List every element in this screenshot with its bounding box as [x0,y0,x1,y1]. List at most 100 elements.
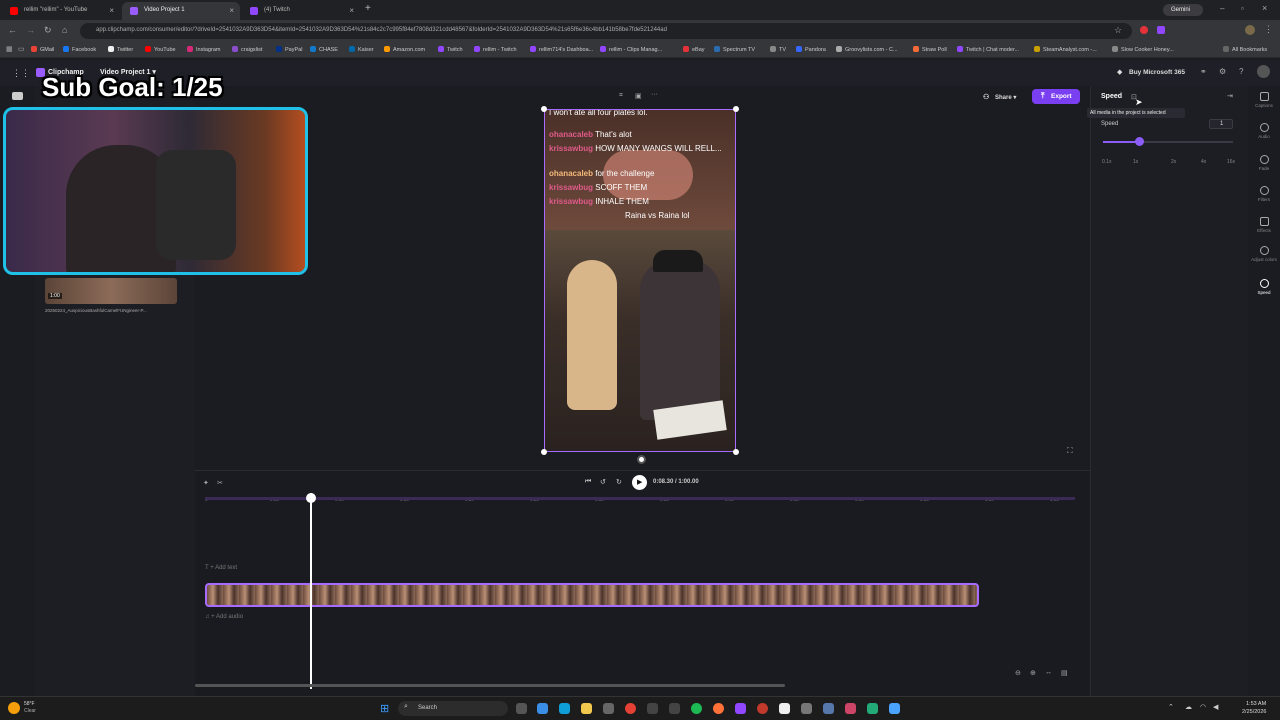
bookmark-chat-moderation[interactable]: Twitch | Chat moder... [957,46,1019,53]
resize-handle[interactable] [541,106,547,112]
user-avatar[interactable] [1257,65,1270,78]
clock-time[interactable]: 1:53 AM [1246,701,1266,707]
rail-speed[interactable]: Speed [1248,279,1280,295]
timeline-scrollbar[interactable] [195,684,785,687]
tab-twitch[interactable]: (4) Twitch × [242,2,360,20]
rail-audio[interactable]: Audio [1248,123,1280,139]
taskbar-search[interactable]: ⌕ Search [398,701,508,716]
back-icon[interactable]: ← [8,25,17,35]
video-clip[interactable] [205,583,979,607]
firefox-icon[interactable] [713,703,724,714]
bookmark-tv[interactable]: TV [770,46,786,53]
fit-timeline-icon[interactable]: ↔ [1045,669,1052,676]
cloud-icon[interactable]: ☁ [1185,703,1192,711]
rotate-handle[interactable] [637,455,646,464]
collapse-panel-icon[interactable]: ⇥ [1227,92,1233,100]
bookmark-straw-poll[interactable]: Straw Poll [913,46,947,53]
media-thumbnail[interactable]: 1:00 [45,278,177,304]
bookmark-twitch[interactable]: Twitch [438,46,463,53]
time-ruler[interactable]: 00:050:100:150:200:250:300:350:400:450:5… [205,471,1065,507]
extension-icon[interactable] [1140,26,1148,34]
bookmark-slow-cooker[interactable]: Slow Cooker Honey... [1112,46,1174,53]
settings-icon[interactable]: ⚙ [1219,67,1226,76]
bookmark-paypal[interactable]: PayPal [276,46,302,53]
close-icon[interactable]: × [109,6,114,15]
speed-slider-knob[interactable] [1135,137,1145,146]
app-launcher-icon[interactable]: ⋮⋮ [12,68,30,79]
zoom-out-icon[interactable]: ⊖ [1015,669,1021,677]
resize-handle[interactable] [541,449,547,455]
video-preview[interactable]: I won't ate all four plates lol. ohanaca… [544,109,736,452]
fullscreen-icon[interactable]: ⛶ [1067,446,1073,456]
edge-icon[interactable] [559,703,570,714]
buy-microsoft-link[interactable]: Buy Microsoft 365 [1129,69,1185,76]
close-icon[interactable]: × [229,6,234,15]
share-link-icon[interactable]: ⚭ [1200,67,1207,76]
resize-handle[interactable] [733,449,739,455]
windows-start-icon[interactable]: ⊞ [380,702,389,715]
app-icon[interactable] [669,703,680,714]
bookmark-ebay[interactable]: eBay [683,46,705,53]
task-view-icon[interactable] [516,703,527,714]
new-tab-button[interactable]: + [365,3,371,14]
twitch-icon[interactable] [735,703,746,714]
more-icon[interactable]: ··· [651,91,658,98]
bookmark-craigslist[interactable]: craigslist [232,46,262,53]
app-icon[interactable] [867,703,878,714]
share-button[interactable]: ⚇ Share ▾ [981,91,1027,103]
add-audio-track[interactable]: ♫ + Add audio [205,614,243,620]
rail-captions[interactable]: Captions [1248,92,1280,108]
bookmark-gmail[interactable]: GMail [31,46,54,53]
bookmark-groovylists[interactable]: Groovylists.com - C... [836,46,898,53]
rail-adjust-colors[interactable]: Adjust colors [1248,246,1280,262]
bookmark-youtube[interactable]: YouTube [145,46,176,53]
app-icon[interactable] [801,703,812,714]
home-icon[interactable]: ⌂ [62,25,67,35]
rail-fade[interactable]: Fade [1248,155,1280,171]
gemini-button[interactable]: Gemini [1163,4,1203,16]
bookmark-amazon[interactable]: Amazon.com [384,46,425,53]
bookmark-dashboard[interactable]: rellim714's Dashboa... [530,46,593,53]
bookmark-kaiser[interactable]: Kaiser [349,46,374,53]
url-field[interactable]: app.clipchamp.com/consumer/editor/?drive… [80,23,1132,39]
apps-icon[interactable]: ▦ [6,45,13,53]
resize-handle[interactable] [733,106,739,112]
app-icon[interactable] [823,703,834,714]
bookmark-chase[interactable]: CHASE [310,46,338,53]
tab-youtube[interactable]: rellim "rellim" - YouTube × [2,2,120,20]
app-icon[interactable] [647,703,658,714]
close-icon[interactable]: × [349,6,354,15]
store-icon[interactable] [603,703,614,714]
bookmark-clips-manager[interactable]: rellim - Clips Manag... [600,46,662,53]
chrome-icon[interactable] [625,703,636,714]
export-button[interactable]: ⤒ Export [1032,89,1080,104]
tray-chevron-icon[interactable]: ⌃ [1168,703,1174,711]
app-icon[interactable] [537,703,548,714]
bookmark-pandora[interactable]: Pandora [796,46,826,53]
folder-icon[interactable]: ▭ [18,45,25,53]
bookmark-star-icon[interactable]: ☆ [1114,25,1122,36]
window-close-icon[interactable]: × [1262,3,1267,13]
weather-icon[interactable] [8,702,20,714]
tab-video-project[interactable]: Video Project 1 × [122,2,240,20]
bookmark-facebook[interactable]: Facebook [63,46,96,53]
bookmark-instagram[interactable]: Instagram [187,46,220,53]
maximize-icon[interactable]: ▫ [1241,4,1244,13]
crop-icon[interactable]: ⌗ [619,92,623,100]
bookmark-steamanalyst[interactable]: SteamAnalyst.com -... [1034,46,1097,53]
your-media-icon[interactable] [12,92,23,100]
reload-icon[interactable]: ↻ [44,25,52,36]
file-explorer-icon[interactable] [581,703,592,714]
forward-icon[interactable]: → [26,25,35,35]
bookmark-spectrum[interactable]: Spectrum TV [714,46,755,53]
obs-icon[interactable] [757,703,768,714]
extension-icon[interactable] [1157,26,1165,34]
all-bookmarks[interactable]: All Bookmarks [1223,46,1267,53]
wifi-icon[interactable]: ◠ [1200,703,1206,711]
rail-effects[interactable]: Effects [1248,217,1280,233]
profile-avatar[interactable] [1245,25,1255,35]
help-icon[interactable]: ? [1239,67,1243,76]
bookmark-twitter[interactable]: Twitter [108,46,133,53]
spotify-icon[interactable] [691,703,702,714]
fit-icon[interactable]: ▣ [635,92,642,100]
